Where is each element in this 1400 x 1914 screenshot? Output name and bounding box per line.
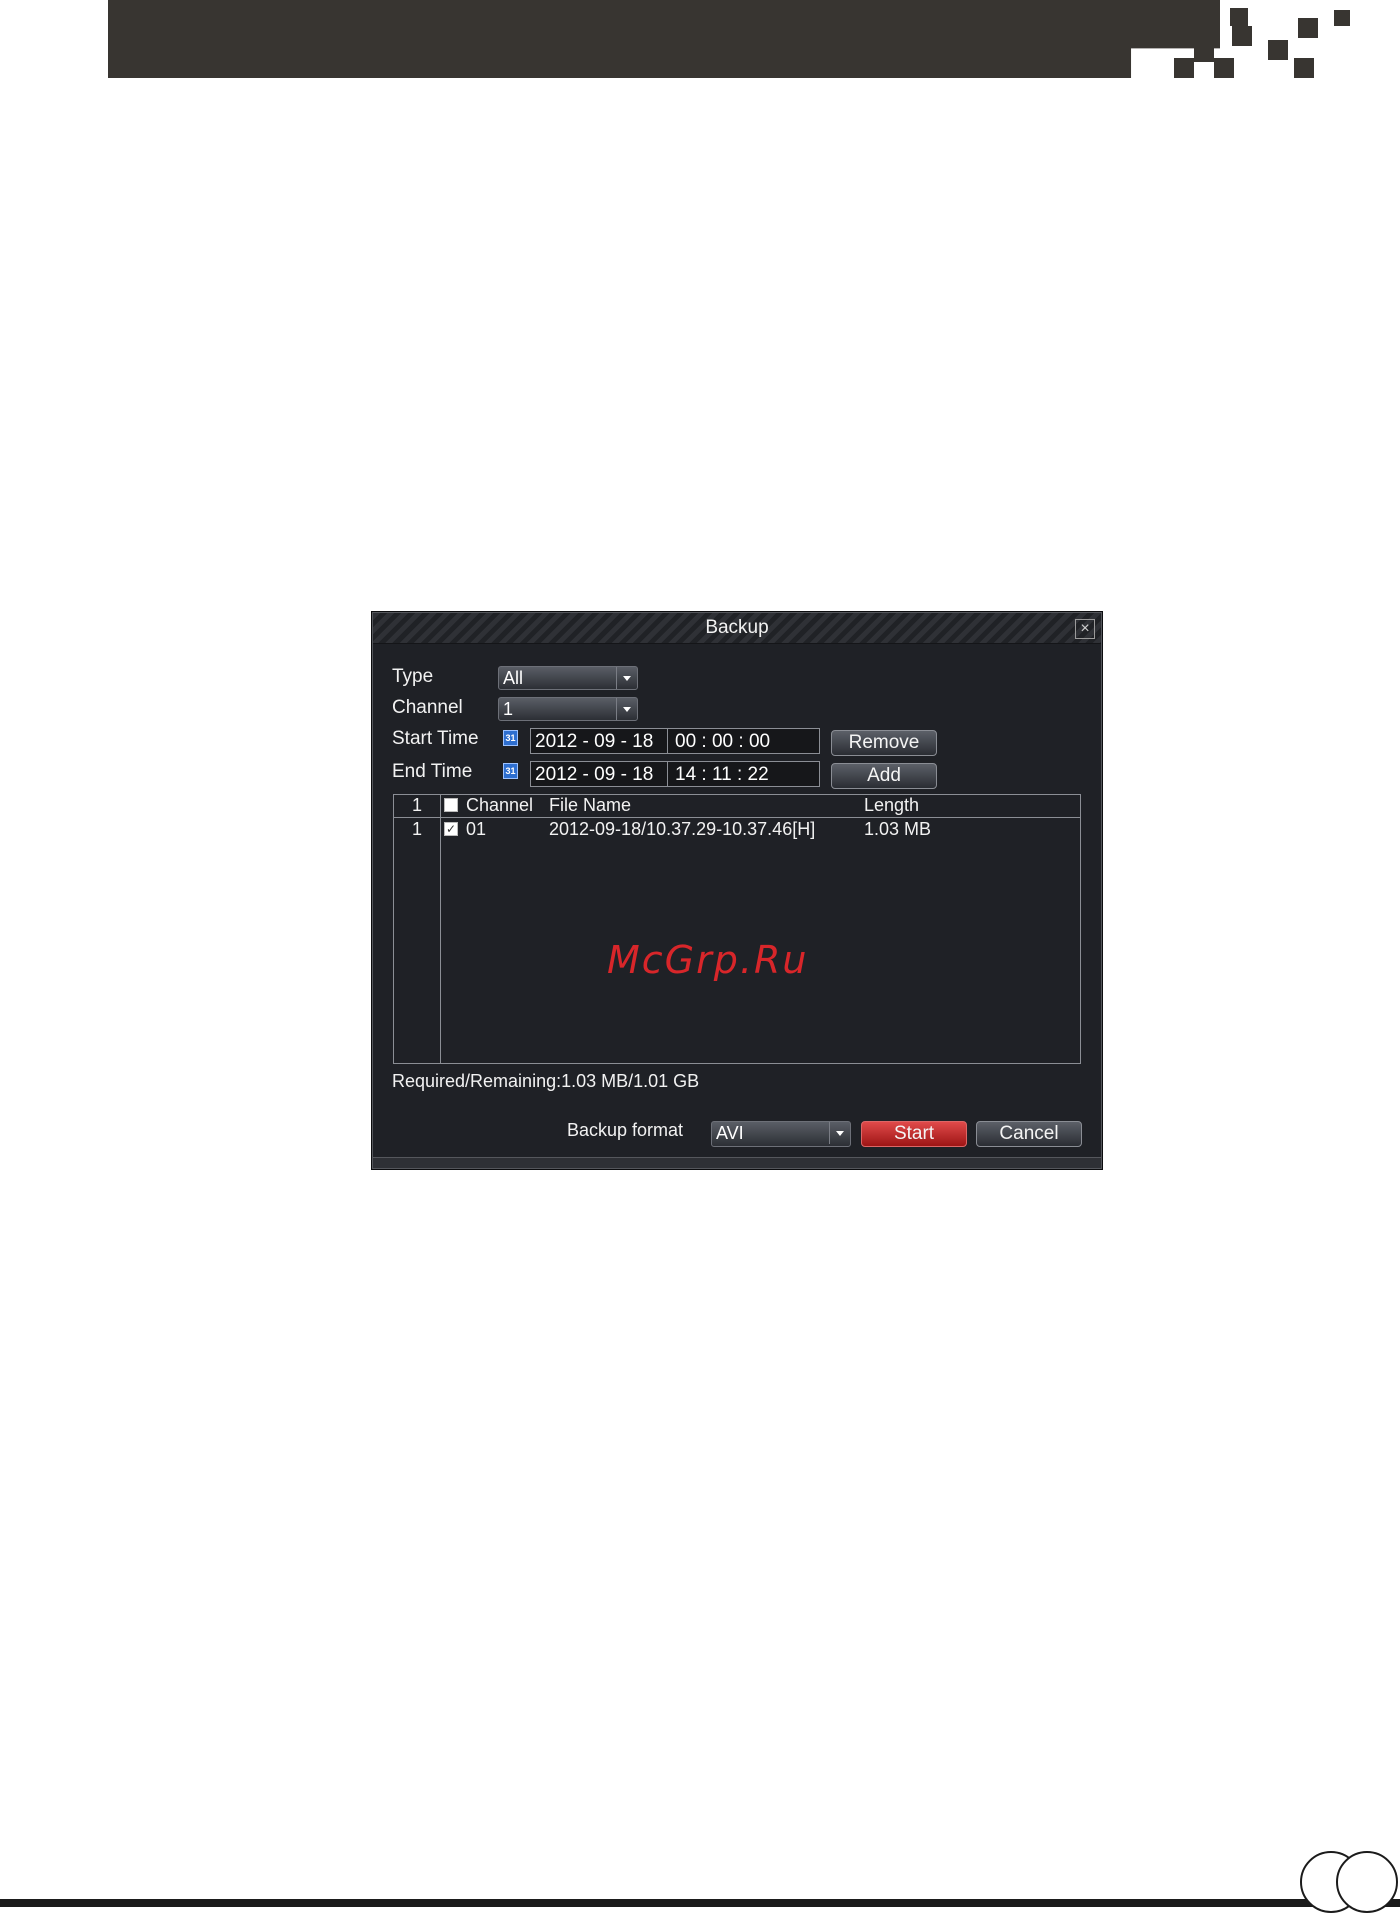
end-time-value[interactable]: 14 : 11 : 22: [675, 764, 769, 786]
type-select[interactable]: All: [498, 666, 638, 690]
row-filename: 2012-09-18/10.37.29-10.37.46[H]: [549, 819, 816, 839]
close-icon[interactable]: ×: [1075, 619, 1095, 639]
calendar-icon[interactable]: 31: [503, 730, 518, 746]
start-time-label: Start Time: [392, 728, 479, 749]
header-length: Length: [864, 795, 920, 815]
row-checkbox[interactable]: ✓: [444, 822, 458, 836]
chevron-down-icon[interactable]: [616, 698, 637, 720]
decor-pixel: [1194, 42, 1214, 62]
backup-format-select[interactable]: AVI: [711, 1121, 851, 1147]
row-channel: 01: [466, 819, 487, 839]
decor-pixel: [1298, 18, 1318, 38]
dialog-footer-strip: [373, 1157, 1101, 1168]
time-separator: [667, 762, 668, 786]
start-button[interactable]: Start: [861, 1121, 967, 1147]
start-time-field[interactable]: 2012 - 09 - 18 00 : 00 : 00: [530, 728, 820, 754]
dialog-titlebar[interactable]: Backup ×: [373, 613, 1101, 644]
chevron-down-icon[interactable]: [829, 1122, 850, 1144]
row-length: 1.03 MB: [864, 819, 932, 839]
backup-format-value: AVI: [716, 1123, 744, 1143]
required-remaining-text: Required/Remaining:1.03 MB/1.01 GB: [392, 1071, 700, 1091]
chevron-down-icon[interactable]: [616, 667, 637, 689]
row-index: 1: [412, 819, 423, 839]
dialog-title: Backup: [705, 617, 769, 638]
page-footer-line: [0, 1899, 1400, 1907]
header-divider: [394, 817, 1080, 818]
watermark-text: McGrp.Ru: [607, 938, 809, 982]
decor-pixel: [1230, 8, 1248, 26]
cancel-button[interactable]: Cancel: [976, 1121, 1082, 1147]
backup-format-label: Backup format: [567, 1120, 684, 1140]
end-time-field[interactable]: 2012 - 09 - 18 14 : 11 : 22: [530, 761, 820, 787]
column-divider: [440, 795, 441, 1063]
header-channel: Channel: [466, 795, 534, 815]
add-button[interactable]: Add: [831, 763, 937, 789]
end-date-value[interactable]: 2012 - 09 - 18: [535, 764, 653, 786]
channel-label: Channel: [392, 697, 463, 718]
decor-pixel: [1268, 40, 1288, 60]
decor-pixel: [1232, 26, 1252, 46]
decor-pixel: [1334, 10, 1350, 26]
file-list-table: 1 Channel File Name Length 1 ✓ 01 2012-0…: [393, 794, 1081, 1064]
type-label: Type: [392, 666, 434, 687]
decor-pixel: [1214, 58, 1234, 78]
start-date-value[interactable]: 2012 - 09 - 18: [535, 731, 653, 753]
remove-button[interactable]: Remove: [831, 730, 937, 756]
channel-select[interactable]: 1: [498, 697, 638, 721]
start-time-value[interactable]: 00 : 00 : 00: [675, 731, 770, 753]
header-index: 1: [412, 795, 423, 815]
calendar-icon[interactable]: 31: [503, 763, 518, 779]
backup-dialog: Backup × Type All Channel 1 Start Time 3…: [372, 612, 1102, 1169]
page-header-bar: [108, 0, 1220, 78]
select-all-checkbox[interactable]: [444, 798, 458, 812]
page-number-circle: [1336, 1851, 1398, 1913]
type-value: All: [503, 668, 524, 688]
header-filename: File Name: [549, 795, 632, 815]
channel-value: 1: [503, 699, 514, 719]
decor-pixel: [1294, 58, 1314, 78]
decor-pixel: [1174, 58, 1194, 78]
end-time-label: End Time: [392, 761, 473, 782]
time-separator: [667, 729, 668, 753]
